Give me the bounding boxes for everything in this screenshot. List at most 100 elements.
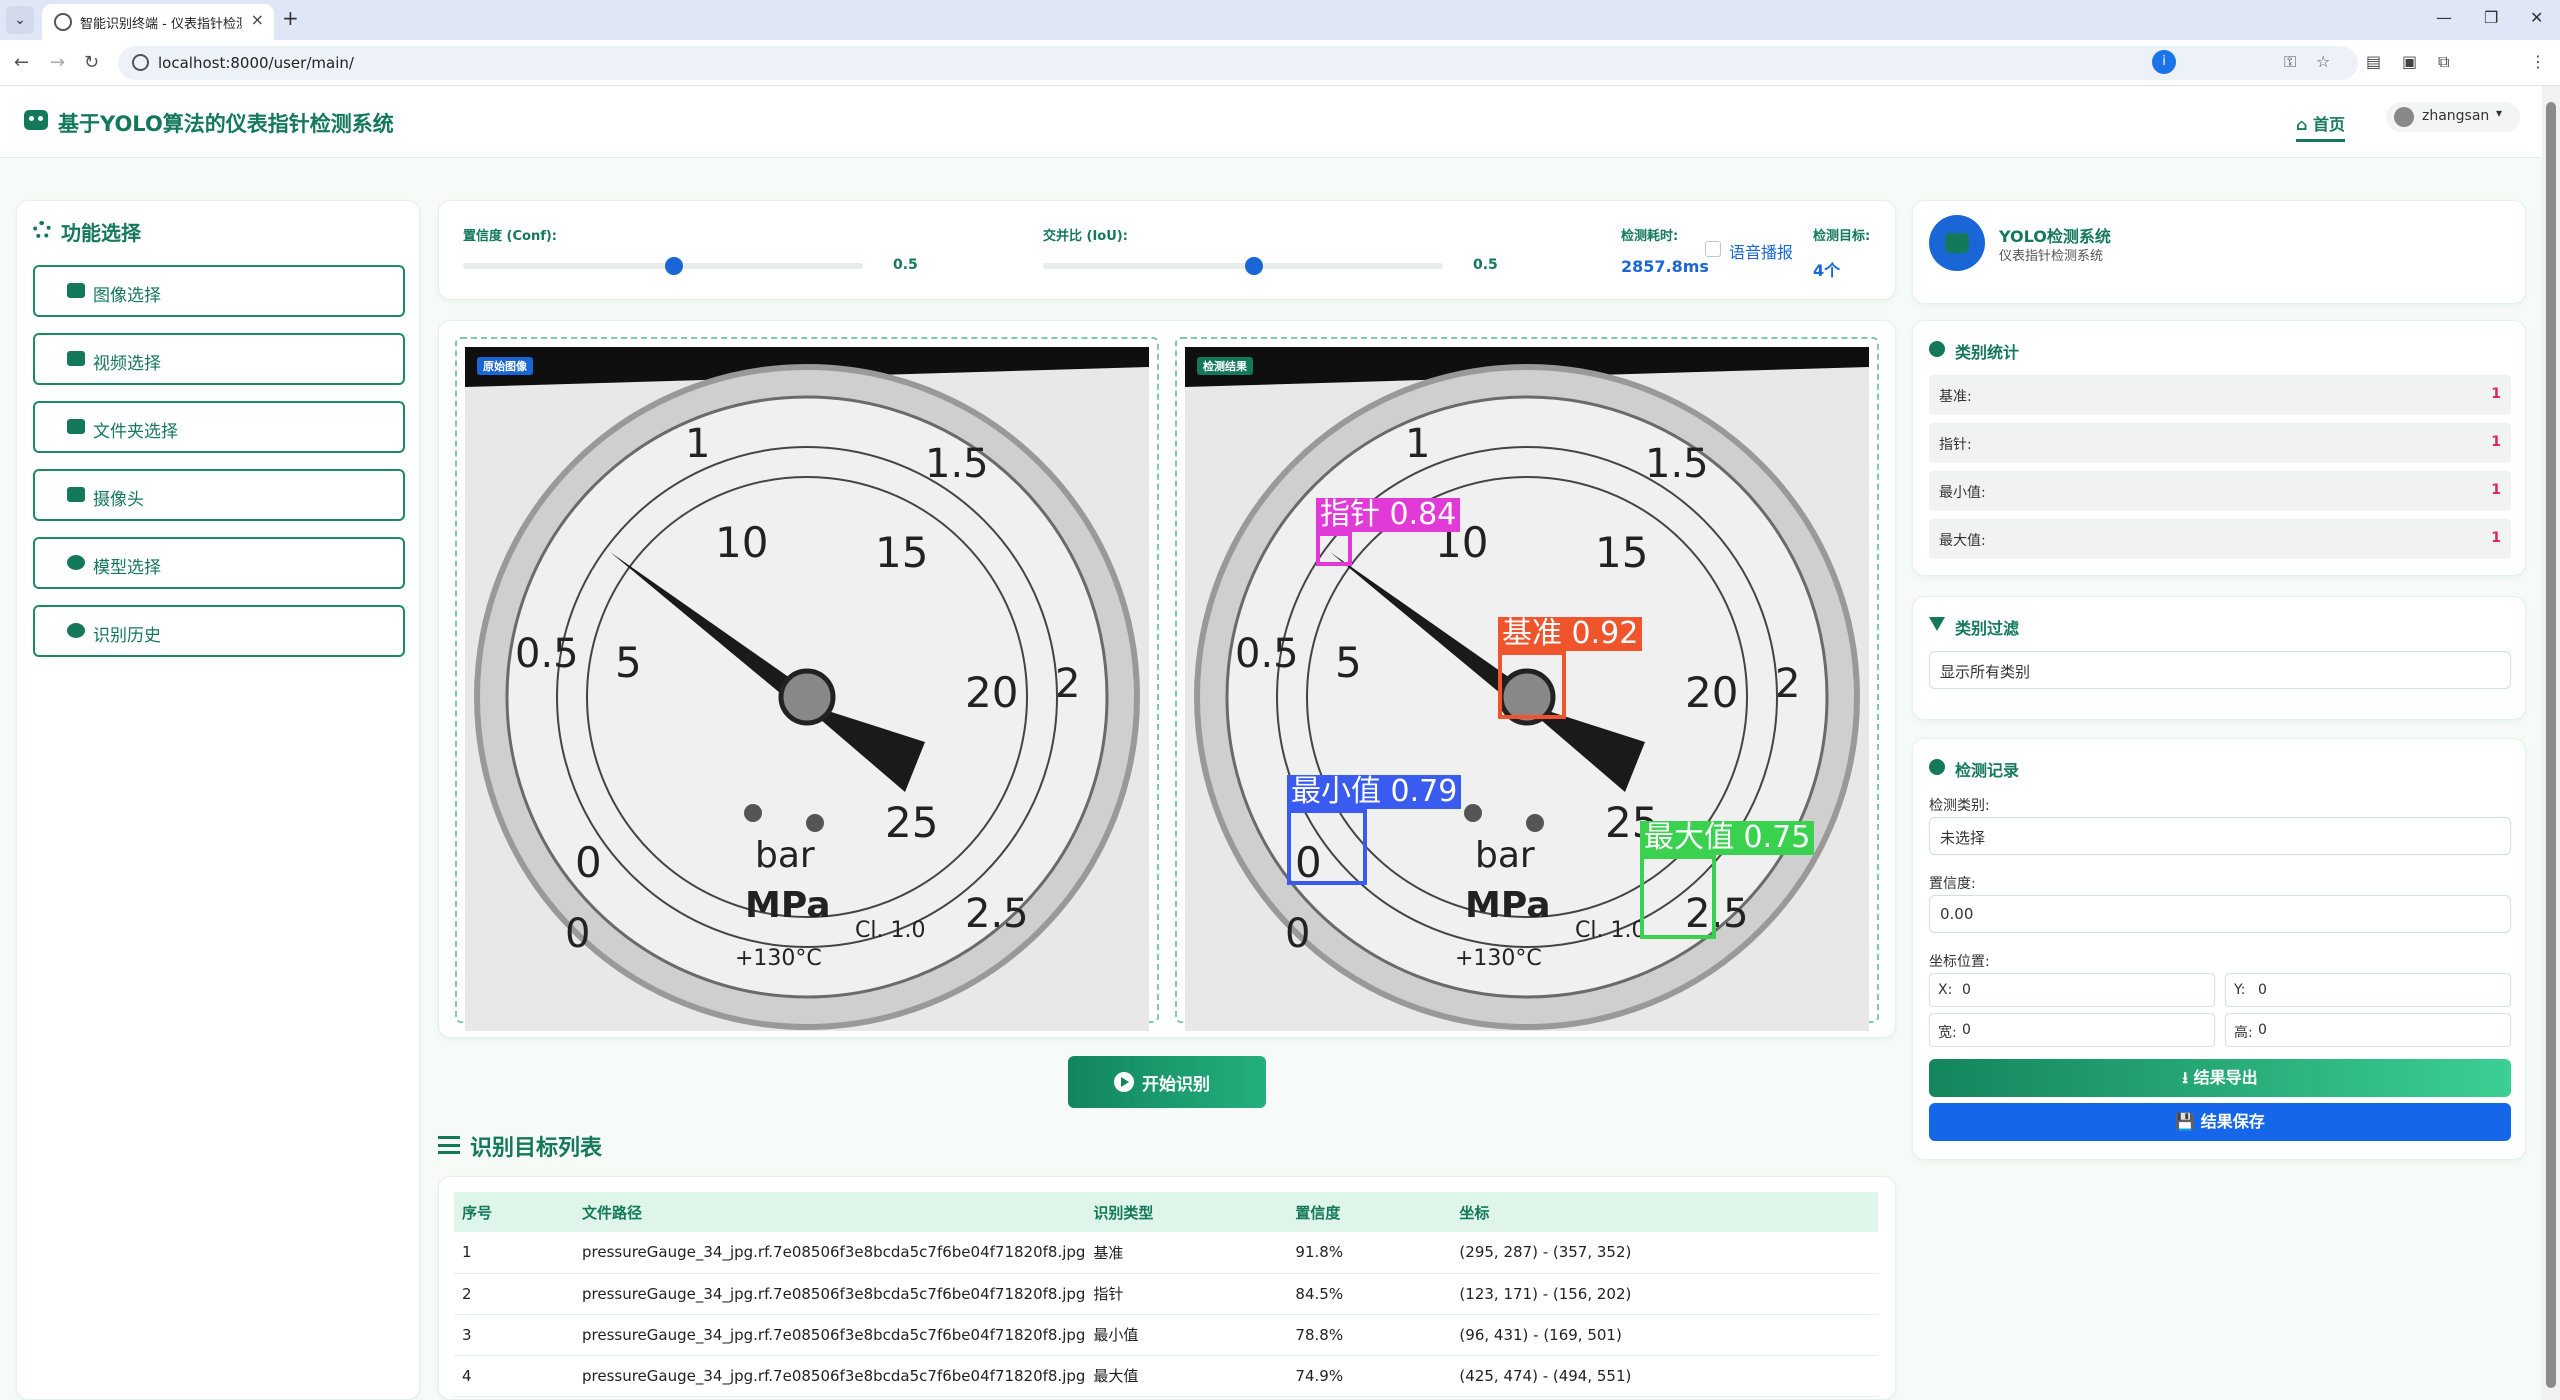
cell-conf: 91.8% [1287, 1232, 1452, 1274]
record-class-select[interactable]: 未选择 [1929, 817, 2511, 855]
class-stats-card: 类别统计 基准: 1 指针: 1 最小值: 1 最大值: 1 [1912, 320, 2526, 576]
stat-count: 1 [2491, 386, 2501, 402]
model-select-button[interactable]: 模型选择 [33, 537, 405, 589]
stat-row: 基准: 1 [1929, 375, 2511, 415]
cell-type: 指针 [1085, 1273, 1288, 1315]
width-field[interactable]: 宽: 0 [1929, 1013, 2215, 1047]
record-conf-field[interactable]: 0.00 [1929, 895, 2511, 933]
cell-index: 2 [454, 1273, 574, 1315]
menu-label: 文件夹选择 [93, 422, 178, 442]
class-filter-value: 显示所有类别 [1940, 663, 2031, 681]
stat-row: 指针: 1 [1929, 423, 2511, 463]
detection-conf: 0.84 [1389, 497, 1457, 532]
record-class-label: 检测类别: [1929, 798, 1990, 814]
iou-slider-thumb[interactable] [1245, 257, 1263, 275]
conf-slider[interactable] [463, 257, 863, 275]
reload-icon[interactable]: ↻ [84, 52, 99, 73]
brand-title: YOLO检测系统 [1999, 227, 2111, 246]
result-image-tag: 检测结果 [1197, 357, 1253, 375]
key-icon[interactable]: ⚿ [2284, 52, 2296, 72]
camera-icon [67, 487, 85, 502]
history-button[interactable]: 识别历史 [33, 605, 405, 657]
gauge-image: 0 5 10 15 20 25 0 0.5 1 1.5 2 2.5 bar MP… [465, 347, 1149, 1031]
x-value: 0 [1962, 982, 1971, 998]
page-scrollbar[interactable] [2542, 86, 2560, 1400]
video-icon [67, 351, 85, 366]
menu-label: 图像选择 [93, 286, 161, 306]
class-filter-title: 类别过滤 [1955, 619, 2020, 638]
address-bar: ← → ↻ localhost:8000/user/main/ ⚿ ☆ ▤ ▣ … [0, 40, 2560, 86]
iou-slider[interactable] [1043, 257, 1443, 275]
image-select-button[interactable]: 图像选择 [33, 265, 405, 317]
menu-label: 摄像头 [93, 490, 144, 510]
puzzle-icon[interactable]: ⧉ [2438, 52, 2449, 72]
detection-conf: 0.75 [1743, 820, 1811, 855]
extension-icon[interactable]: ▣ [2402, 52, 2417, 71]
record-conf-label: 置信度: [1929, 876, 1976, 892]
nav-home[interactable]: ⌂ 首页 [2296, 106, 2346, 142]
camera-button[interactable]: 摄像头 [33, 469, 405, 521]
close-tab-icon[interactable]: × [251, 10, 264, 29]
url-text: localhost:8000/user/main/ [158, 54, 354, 72]
gauge-inner-tick: 1.5 [925, 441, 989, 487]
original-image-frame: 原始图像 0 5 10 15 20 25 0 0.5 1 1.5 2 2.5 b… [455, 337, 1159, 1031]
results-table: 序号 文件路径 识别类型 置信度 坐标 1 pressureGauge_34_j… [454, 1192, 1878, 1397]
class-filter-select[interactable]: 显示所有类别 [1929, 651, 2511, 689]
close-window-icon[interactable]: ✕ [2530, 8, 2543, 27]
time-value: 2857.8ms [1621, 257, 1709, 276]
table-row[interactable]: 2 pressureGauge_34_jpg.rf.7e08506f3e8bcd… [454, 1273, 1878, 1315]
target-label: 检测目标: [1813, 229, 1871, 244]
results-title: 识别目标列表 [470, 1136, 603, 1161]
column-header: 序号 [454, 1192, 574, 1232]
tab-list-chevron-icon[interactable]: ⌄ [6, 6, 34, 34]
voice-label[interactable]: 语音播报 [1729, 239, 1793, 263]
export-results-button[interactable]: ⭳ 结果导出 [1929, 1059, 2511, 1097]
url-field[interactable]: localhost:8000/user/main/ ⚿ ☆ [118, 46, 2358, 80]
height-field[interactable]: 高: 0 [2225, 1013, 2511, 1047]
cell-coords: (295, 287) - (357, 352) [1451, 1232, 1878, 1274]
save-label: 结果保存 [2200, 1112, 2265, 1131]
result-image-frame: 检测结果 0 5 10 15 20 25 0 0.5 1 1.5 2 2.5 b… [1175, 337, 1879, 1031]
filter-icon [1929, 617, 1945, 631]
restore-icon[interactable]: ❐ [2484, 8, 2498, 27]
cell-index: 4 [454, 1355, 574, 1397]
folder-select-button[interactable]: 文件夹选择 [33, 401, 405, 453]
x-field[interactable]: X: 0 [1929, 973, 2215, 1007]
cell-type: 基准 [1085, 1232, 1288, 1274]
detect-record-title: 检测记录 [1955, 761, 2020, 780]
column-header: 文件路径 [574, 1192, 1086, 1232]
conf-slider-thumb[interactable] [665, 257, 683, 275]
back-icon[interactable]: ← [14, 52, 29, 73]
start-detection-button[interactable]: 开始识别 [1068, 1056, 1266, 1108]
function-panel-title: 功能选择 [61, 221, 141, 245]
iou-label: 交并比 (IoU): [1043, 229, 1128, 244]
forward-icon[interactable]: → [50, 52, 65, 73]
gear-icon [33, 221, 51, 239]
gauge-temp: +130°C [1455, 946, 1542, 971]
site-info-icon[interactable] [132, 54, 149, 71]
video-select-button[interactable]: 视频选择 [33, 333, 405, 385]
extension-store-icon[interactable]: ▤ [2366, 52, 2381, 71]
new-tab-icon[interactable]: + [282, 6, 299, 30]
scrollbar-thumb[interactable] [2546, 102, 2556, 1388]
user-menu[interactable]: zhangsan ▾ [2386, 102, 2520, 132]
table-row[interactable]: 4 pressureGauge_34_jpg.rf.7e08506f3e8bcd… [454, 1355, 1878, 1397]
minimize-icon[interactable]: — [2436, 8, 2452, 27]
voice-checkbox[interactable] [1705, 241, 1721, 257]
stat-count: 1 [2491, 530, 2501, 546]
width-label: 宽: [1938, 1025, 1957, 1041]
table-row[interactable]: 3 pressureGauge_34_jpg.rf.7e08506f3e8bcd… [454, 1314, 1878, 1356]
detection-label-pointer: 指针 0.84 [1316, 497, 1461, 532]
menu-label: 模型选择 [93, 558, 161, 578]
save-results-button[interactable]: 💾 结果保存 [1929, 1103, 2511, 1141]
y-field[interactable]: Y: 0 [2225, 973, 2511, 1007]
caret-down-icon: ▾ [2496, 106, 2503, 120]
menu-kebab-icon[interactable]: ⋮ [2530, 52, 2546, 71]
profile-icon[interactable]: i [2152, 50, 2176, 74]
gauge-unit-mpa: MPa [745, 885, 831, 926]
class-stats-title: 类别统计 [1955, 343, 2020, 362]
table-row[interactable]: 1 pressureGauge_34_jpg.rf.7e08506f3e8bcd… [454, 1232, 1878, 1274]
browser-tab[interactable]: 智能识别终端 - 仪表指针检测系统 × [42, 4, 274, 40]
cell-conf: 84.5% [1287, 1273, 1452, 1315]
bookmark-star-icon[interactable]: ☆ [2316, 52, 2330, 71]
